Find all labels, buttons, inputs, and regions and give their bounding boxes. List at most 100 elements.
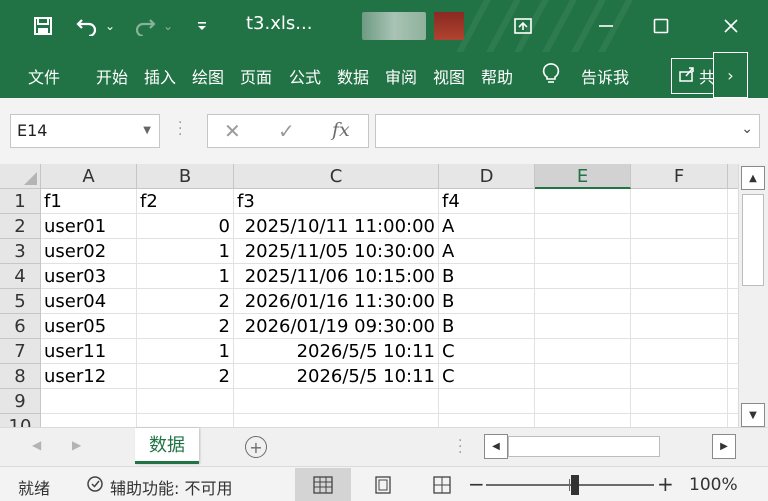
row-header-2[interactable]: 2 (0, 214, 41, 239)
row-header-3[interactable]: 3 (0, 239, 41, 264)
cell-g1[interactable] (728, 189, 738, 214)
column-header-g[interactable] (728, 164, 738, 189)
cell-b4[interactable]: 1 (137, 264, 234, 289)
scroll-right-icon[interactable]: ▶ (712, 434, 736, 459)
column-header-f[interactable]: F (631, 164, 728, 189)
cell-a7[interactable]: user11 (41, 339, 137, 364)
cell-f6[interactable] (631, 314, 728, 339)
cell-a1[interactable]: f1 (41, 189, 137, 214)
cell-e2[interactable] (535, 214, 631, 239)
cell-d4[interactable]: B (439, 264, 535, 289)
cell-c6[interactable]: 2026/01/19 09:30:00 (234, 314, 439, 339)
row-header-1[interactable]: 1 (0, 189, 41, 214)
undo-dropdown-icon[interactable]: ⌄ (102, 12, 118, 40)
cell-c1[interactable]: f3 (234, 189, 439, 214)
column-header-e[interactable]: E (535, 164, 631, 189)
zoom-slider-track[interactable] (486, 484, 654, 486)
cell-e4[interactable] (535, 264, 631, 289)
cell-b1[interactable]: f2 (137, 189, 234, 214)
share-button[interactable]: 共 (671, 58, 715, 94)
cell-g4[interactable] (728, 264, 738, 289)
tab-formulas[interactable]: 公式 (289, 64, 321, 88)
cell-b8[interactable]: 2 (137, 364, 234, 389)
tab-view[interactable]: 视图 (433, 64, 465, 88)
cell-d8[interactable]: C (439, 364, 535, 389)
cell-d5[interactable]: B (439, 289, 535, 314)
zoom-in-button[interactable]: + (657, 472, 674, 496)
insert-function-icon[interactable]: fx (332, 119, 350, 141)
select-all-corner[interactable] (0, 164, 41, 189)
cell-e3[interactable] (535, 239, 631, 264)
row-header-8[interactable]: 8 (0, 364, 41, 389)
cell-f9[interactable] (631, 389, 728, 414)
accessibility-icon[interactable] (86, 474, 106, 498)
row-header-7[interactable]: 7 (0, 339, 41, 364)
cell-c10[interactable] (234, 414, 439, 427)
tab-page-layout[interactable]: 页面 (240, 64, 272, 88)
cell-e5[interactable] (535, 289, 631, 314)
cell-b6[interactable]: 2 (137, 314, 234, 339)
cell-f4[interactable] (631, 264, 728, 289)
tab-scroll-left-icon[interactable]: ◀ (32, 438, 41, 452)
scroll-down-icon[interactable]: ▼ (741, 403, 765, 427)
cell-g10[interactable] (728, 414, 738, 427)
cell-d6[interactable]: B (439, 314, 535, 339)
cell-a8[interactable]: user12 (41, 364, 137, 389)
cancel-icon[interactable]: ✕ (224, 119, 241, 143)
tab-split-grip-icon[interactable]: · · · (458, 434, 462, 460)
save-icon[interactable] (30, 12, 56, 40)
cell-e7[interactable] (535, 339, 631, 364)
cell-e6[interactable] (535, 314, 631, 339)
cell-a10[interactable] (41, 414, 137, 427)
cell-g2[interactable] (728, 214, 738, 239)
cell-a3[interactable]: user02 (41, 239, 137, 264)
cell-f3[interactable] (631, 239, 728, 264)
cell-g3[interactable] (728, 239, 738, 264)
tab-scroll-right-icon[interactable]: ▶ (72, 438, 81, 452)
cell-a9[interactable] (41, 389, 137, 414)
cell-b9[interactable] (137, 389, 234, 414)
lightbulb-icon[interactable] (541, 62, 561, 88)
cell-f2[interactable] (631, 214, 728, 239)
customize-quick-access-icon[interactable] (194, 12, 210, 40)
tab-data[interactable]: 数据 (337, 64, 369, 88)
add-sheet-icon[interactable]: + (245, 436, 267, 458)
name-box[interactable]: E14 ▼ (10, 114, 160, 148)
sheet-tab-data[interactable]: 数据 (135, 428, 199, 464)
cell-c8[interactable]: 2026/5/5 10:11 (234, 364, 439, 389)
tab-review[interactable]: 审阅 (385, 64, 417, 88)
tab-insert[interactable]: 插入 (144, 64, 176, 88)
cell-d3[interactable]: A (439, 239, 535, 264)
cell-c9[interactable] (234, 389, 439, 414)
cell-c2[interactable]: 2025/10/11 11:00:00 (234, 214, 439, 239)
cell-g9[interactable] (728, 389, 738, 414)
cell-e1[interactable] (535, 189, 631, 214)
tab-draw[interactable]: 绘图 (192, 64, 224, 88)
tab-help[interactable]: 帮助 (481, 64, 513, 88)
tell-me-search[interactable]: 告诉我 (581, 64, 629, 88)
cell-c7[interactable]: 2026/5/5 10:11 (234, 339, 439, 364)
cell-c5[interactable]: 2026/01/16 11:30:00 (234, 289, 439, 314)
zoom-out-button[interactable]: − (468, 472, 485, 496)
undo-icon[interactable] (74, 12, 100, 40)
row-header-4[interactable]: 4 (0, 264, 41, 289)
name-box-dropdown-icon[interactable]: ▼ (143, 125, 151, 136)
row-header-5[interactable]: 5 (0, 289, 41, 314)
close-icon[interactable] (711, 8, 751, 44)
page-layout-view-icon[interactable] (355, 468, 411, 501)
worksheet-grid[interactable]: A B C D E F 1 2 3 4 5 6 7 8 9 10 f1 f2 f3 f… (0, 164, 738, 427)
cell-f10[interactable] (631, 414, 728, 427)
ribbon-more-chevron-icon[interactable]: › (713, 52, 748, 98)
tab-home[interactable]: 开始 (96, 64, 128, 88)
cell-f7[interactable] (631, 339, 728, 364)
cell-b5[interactable]: 2 (137, 289, 234, 314)
cell-d7[interactable]: C (439, 339, 535, 364)
cell-g6[interactable] (728, 314, 738, 339)
cell-e10[interactable] (535, 414, 631, 427)
redo-dropdown-icon[interactable]: ⌄ (160, 12, 176, 40)
cell-a6[interactable]: user05 (41, 314, 137, 339)
column-header-a[interactable]: A (41, 164, 137, 189)
cell-d1[interactable]: f4 (439, 189, 535, 214)
page-break-preview-icon[interactable] (414, 468, 470, 501)
cell-d9[interactable] (439, 389, 535, 414)
